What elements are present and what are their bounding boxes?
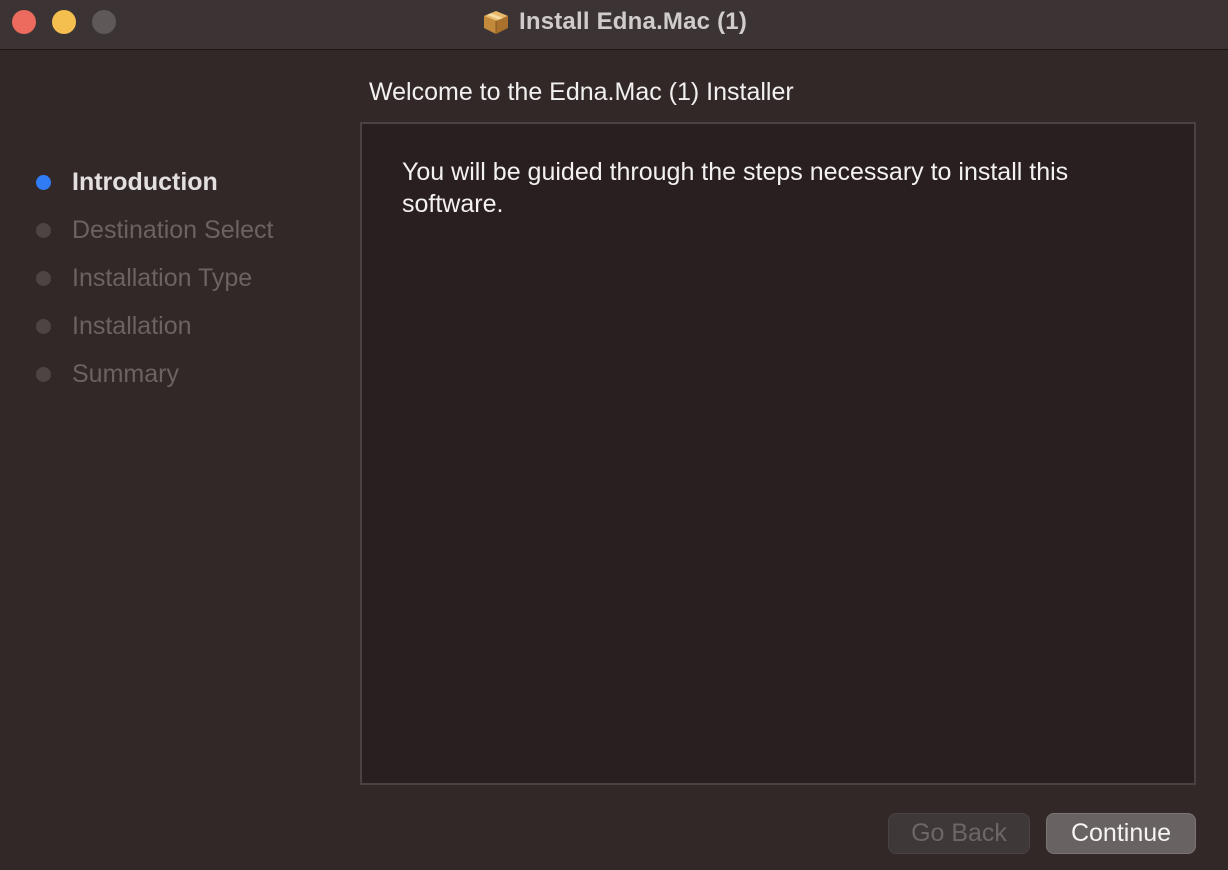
step-label: Installation <box>72 311 192 340</box>
introduction-text: You will be guided through the steps nec… <box>402 158 1069 218</box>
installer-window: Install Edna.Mac (1) Introduction Destin… <box>0 0 1228 870</box>
step-dot-icon <box>36 270 51 286</box>
step-installation: Installation <box>0 302 350 350</box>
window-title-group: Install Edna.Mac (1) <box>0 0 1228 44</box>
installer-steps-sidebar: Introduction Destination Select Installa… <box>0 158 350 398</box>
step-label: Summary <box>72 359 179 388</box>
content-panel: You will be guided through the steps nec… <box>360 122 1196 785</box>
go-back-button[interactable]: Go Back <box>888 813 1030 854</box>
step-installation-type: Installation Type <box>0 254 350 302</box>
step-label: Installation Type <box>72 263 253 292</box>
step-introduction: Introduction <box>0 158 350 206</box>
page-heading: Welcome to the Edna.Mac (1) Installer <box>369 78 794 106</box>
package-icon <box>481 7 511 37</box>
title-bar[interactable]: Install Edna.Mac (1) <box>0 0 1228 50</box>
step-destination-select: Destination Select <box>0 206 350 254</box>
step-active-dot-icon <box>36 174 51 190</box>
window-title: Install Edna.Mac (1) <box>518 8 748 35</box>
step-label: Destination Select <box>72 215 274 244</box>
step-dot-icon <box>36 366 51 382</box>
step-summary: Summary <box>0 350 350 398</box>
continue-button[interactable]: Continue <box>1046 813 1196 854</box>
step-label: Introduction <box>72 167 218 196</box>
step-dot-icon <box>36 222 51 238</box>
step-dot-icon <box>36 318 51 334</box>
